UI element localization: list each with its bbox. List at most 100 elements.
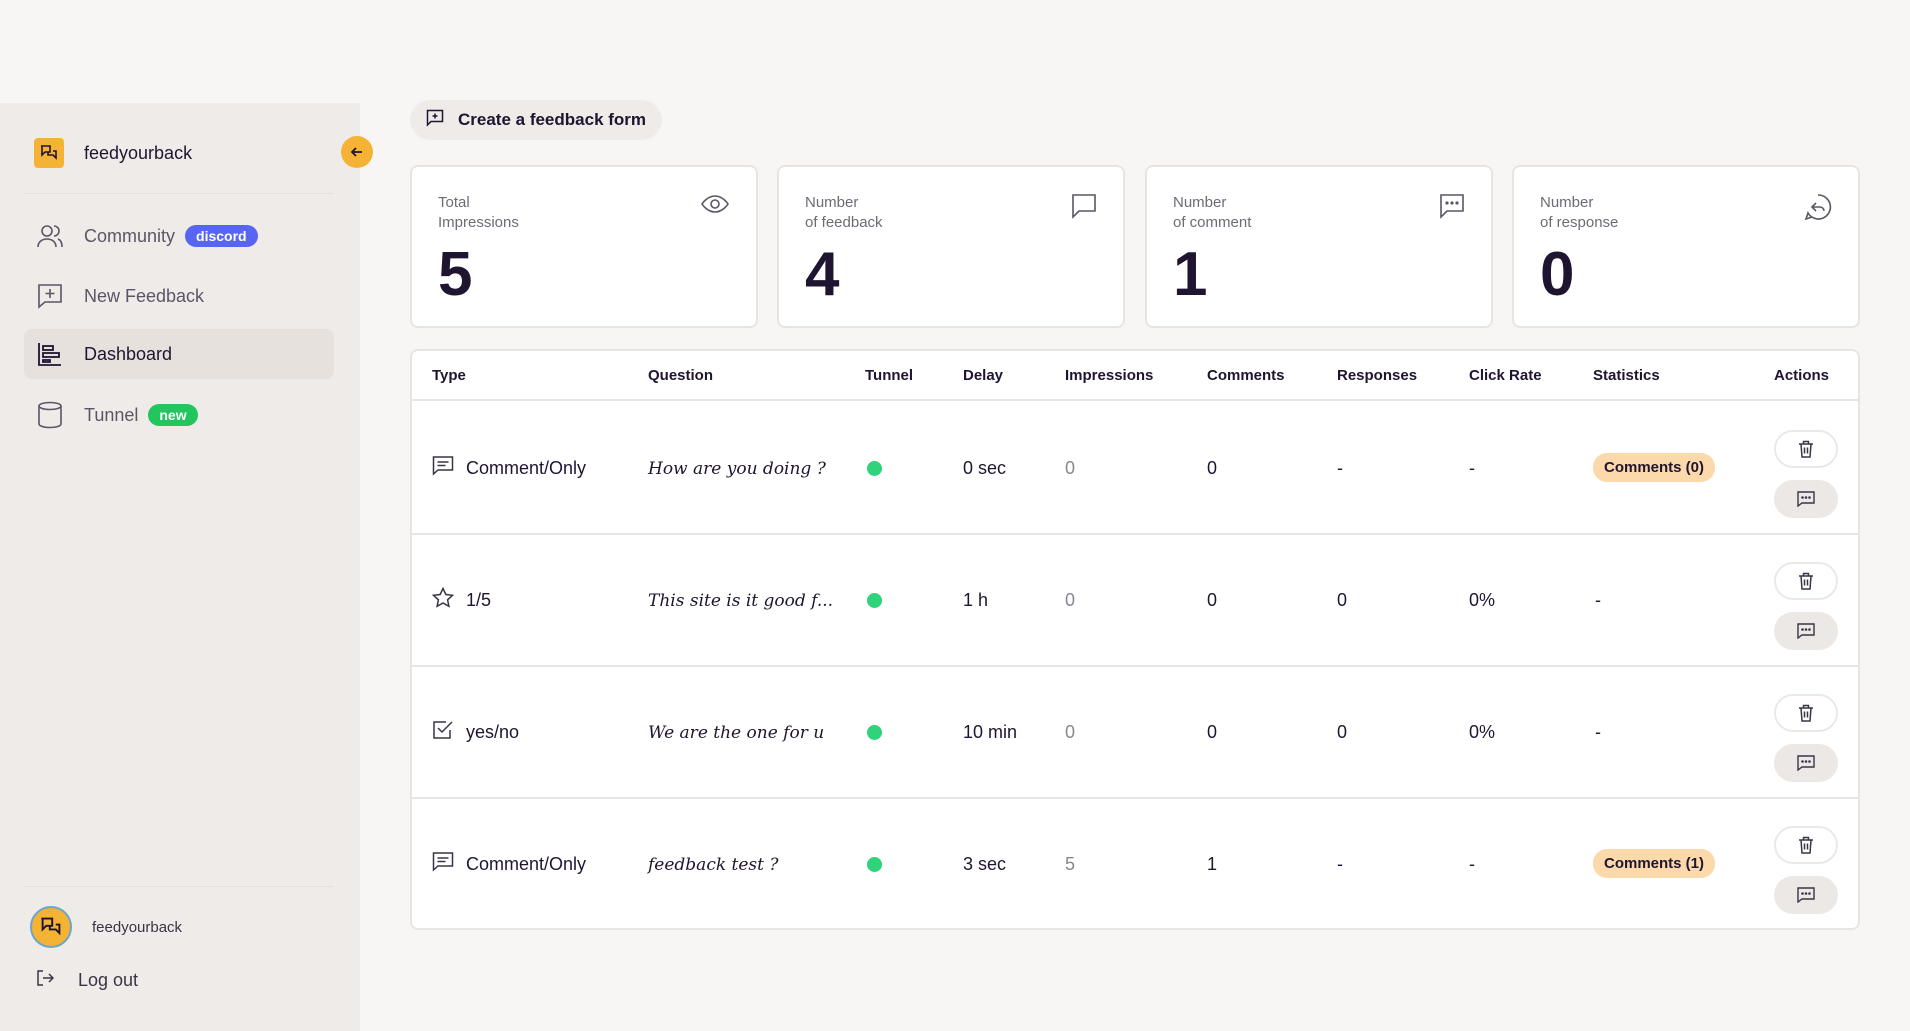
sidebar-item-tunnel[interactable]: Tunnel new	[24, 390, 334, 440]
sidebar-item-label: Community	[84, 225, 176, 246]
logout-icon	[36, 969, 55, 992]
impressions-value: 0	[1065, 722, 1076, 742]
stat-value: 4	[805, 240, 840, 309]
sidebar: feedyourback Community discord New Feedb…	[0, 103, 373, 1031]
comments-value: 1	[1207, 854, 1218, 874]
click-rate-value: 0%	[1469, 722, 1496, 742]
tunnel-status-dot	[867, 857, 882, 872]
comment-button[interactable]	[1774, 480, 1838, 518]
impressions-value: 5	[1065, 854, 1076, 874]
responses-value: 0	[1337, 722, 1348, 742]
avatar	[30, 906, 72, 948]
delay-value: 1 h	[963, 590, 989, 610]
question-text: We are the one for u	[648, 723, 825, 743]
sidebar-item-community[interactable]: Community discord	[24, 211, 334, 261]
statistics-comments-button[interactable]: Comments (1)	[1593, 849, 1716, 878]
delete-button[interactable]	[1774, 694, 1838, 732]
message-dots-icon	[1797, 755, 1815, 771]
message-dots-icon	[1797, 623, 1815, 639]
column-header-comments: Comments	[1207, 367, 1285, 384]
delay-value: 0 sec	[963, 458, 1007, 478]
message-square-icon	[1071, 193, 1097, 224]
comment-button[interactable]	[1774, 744, 1838, 782]
stat-value: 1	[1173, 240, 1208, 309]
comment-button[interactable]	[1774, 612, 1838, 650]
message-plus-icon	[36, 282, 64, 310]
type-cell: Comment/Only	[432, 455, 586, 482]
trash-icon	[1799, 440, 1813, 458]
users-icon	[36, 222, 64, 250]
message-plus-icon	[426, 109, 444, 132]
comment-button[interactable]	[1774, 876, 1838, 914]
type-label: yes/no	[466, 722, 520, 742]
question-text: feedback test ?	[648, 855, 779, 875]
message-dots-icon	[1439, 193, 1465, 224]
trash-icon	[1799, 572, 1813, 590]
impressions-value: 0	[1065, 458, 1076, 478]
user-profile[interactable]: feedyourback	[30, 906, 182, 948]
database-icon	[36, 401, 64, 429]
logout-label: Log out	[78, 970, 139, 990]
create-feedback-form-button[interactable]: Create a feedback form	[410, 100, 663, 140]
comment-icon	[432, 455, 454, 482]
logout-button[interactable]: Log out	[36, 969, 138, 992]
responses-value: -	[1337, 458, 1343, 478]
column-header-click-rate: Click Rate	[1469, 367, 1542, 384]
responses-value: -	[1337, 854, 1343, 874]
column-header-statistics: Statistics	[1593, 367, 1660, 384]
create-button-label: Create a feedback form	[458, 110, 647, 129]
stat-card-comment: Number of comment 1	[1145, 165, 1493, 328]
dashboard-icon	[36, 340, 64, 368]
brand-name: feedyourback	[84, 142, 193, 163]
reply-icon	[1804, 193, 1832, 226]
stat-label: Number of comment	[1173, 194, 1252, 231]
delete-button[interactable]	[1774, 562, 1838, 600]
type-cell: 1/5	[431, 586, 492, 614]
column-header-actions: Actions	[1774, 367, 1830, 384]
sidebar-divider	[24, 886, 334, 887]
type-label: 1/5	[466, 590, 492, 610]
brand[interactable]: feedyourback	[34, 138, 192, 168]
sidebar-item-new-feedback[interactable]: New Feedback	[24, 271, 334, 321]
type-label: Comment/Only	[466, 458, 587, 478]
stat-card-feedback: Number of feedback 4	[777, 165, 1125, 328]
discord-badge[interactable]: discord	[185, 225, 258, 247]
arrow-left-icon	[350, 147, 362, 157]
type-cell: yes/no	[432, 719, 519, 746]
responses-value: 0	[1337, 590, 1348, 610]
tunnel-status-dot	[867, 725, 882, 740]
statistics-value: -	[1595, 590, 1601, 610]
comment-icon	[432, 851, 454, 878]
sidebar-item-label: Tunnel	[84, 404, 139, 425]
collapse-sidebar-button[interactable]	[341, 136, 373, 168]
type-label: Comment/Only	[466, 854, 587, 874]
message-dots-icon	[1797, 491, 1815, 507]
column-header-question: Question	[648, 367, 714, 384]
comments-value: 0	[1207, 722, 1218, 742]
column-header-type: Type	[432, 367, 466, 384]
stat-label: Number of feedback	[805, 194, 883, 231]
table-row: yes/no We are the one for u 10 min 0 0 0…	[412, 667, 1858, 799]
stat-value: 0	[1540, 240, 1575, 309]
column-header-delay: Delay	[963, 367, 1004, 384]
sidebar-item-dashboard[interactable]: Dashboard	[24, 329, 334, 379]
tunnel-status-dot	[867, 461, 882, 476]
type-cell: Comment/Only	[432, 851, 586, 878]
checkbox-icon	[432, 719, 454, 746]
delay-value: 3 sec	[963, 854, 1007, 874]
question-text: This site is it good f...	[648, 591, 834, 611]
message-dots-icon	[1797, 887, 1815, 903]
delay-value: 10 min	[963, 722, 1018, 742]
new-badge: new	[148, 404, 198, 426]
statistics-comments-button[interactable]: Comments (0)	[1593, 453, 1716, 482]
stat-label: Number of response	[1540, 194, 1619, 231]
column-header-responses: Responses	[1337, 367, 1418, 384]
stat-value: 5	[438, 240, 473, 309]
question-text: How are you doing ?	[648, 459, 826, 479]
stat-card-impressions: Total Impressions 5	[410, 165, 758, 328]
delete-button[interactable]	[1774, 430, 1838, 468]
sidebar-item-label: New Feedback	[84, 285, 205, 306]
stat-card-response: Number of response 0	[1512, 165, 1860, 328]
table-row: Comment/Only How are you doing ? 0 sec 0…	[412, 403, 1858, 535]
delete-button[interactable]	[1774, 826, 1838, 864]
